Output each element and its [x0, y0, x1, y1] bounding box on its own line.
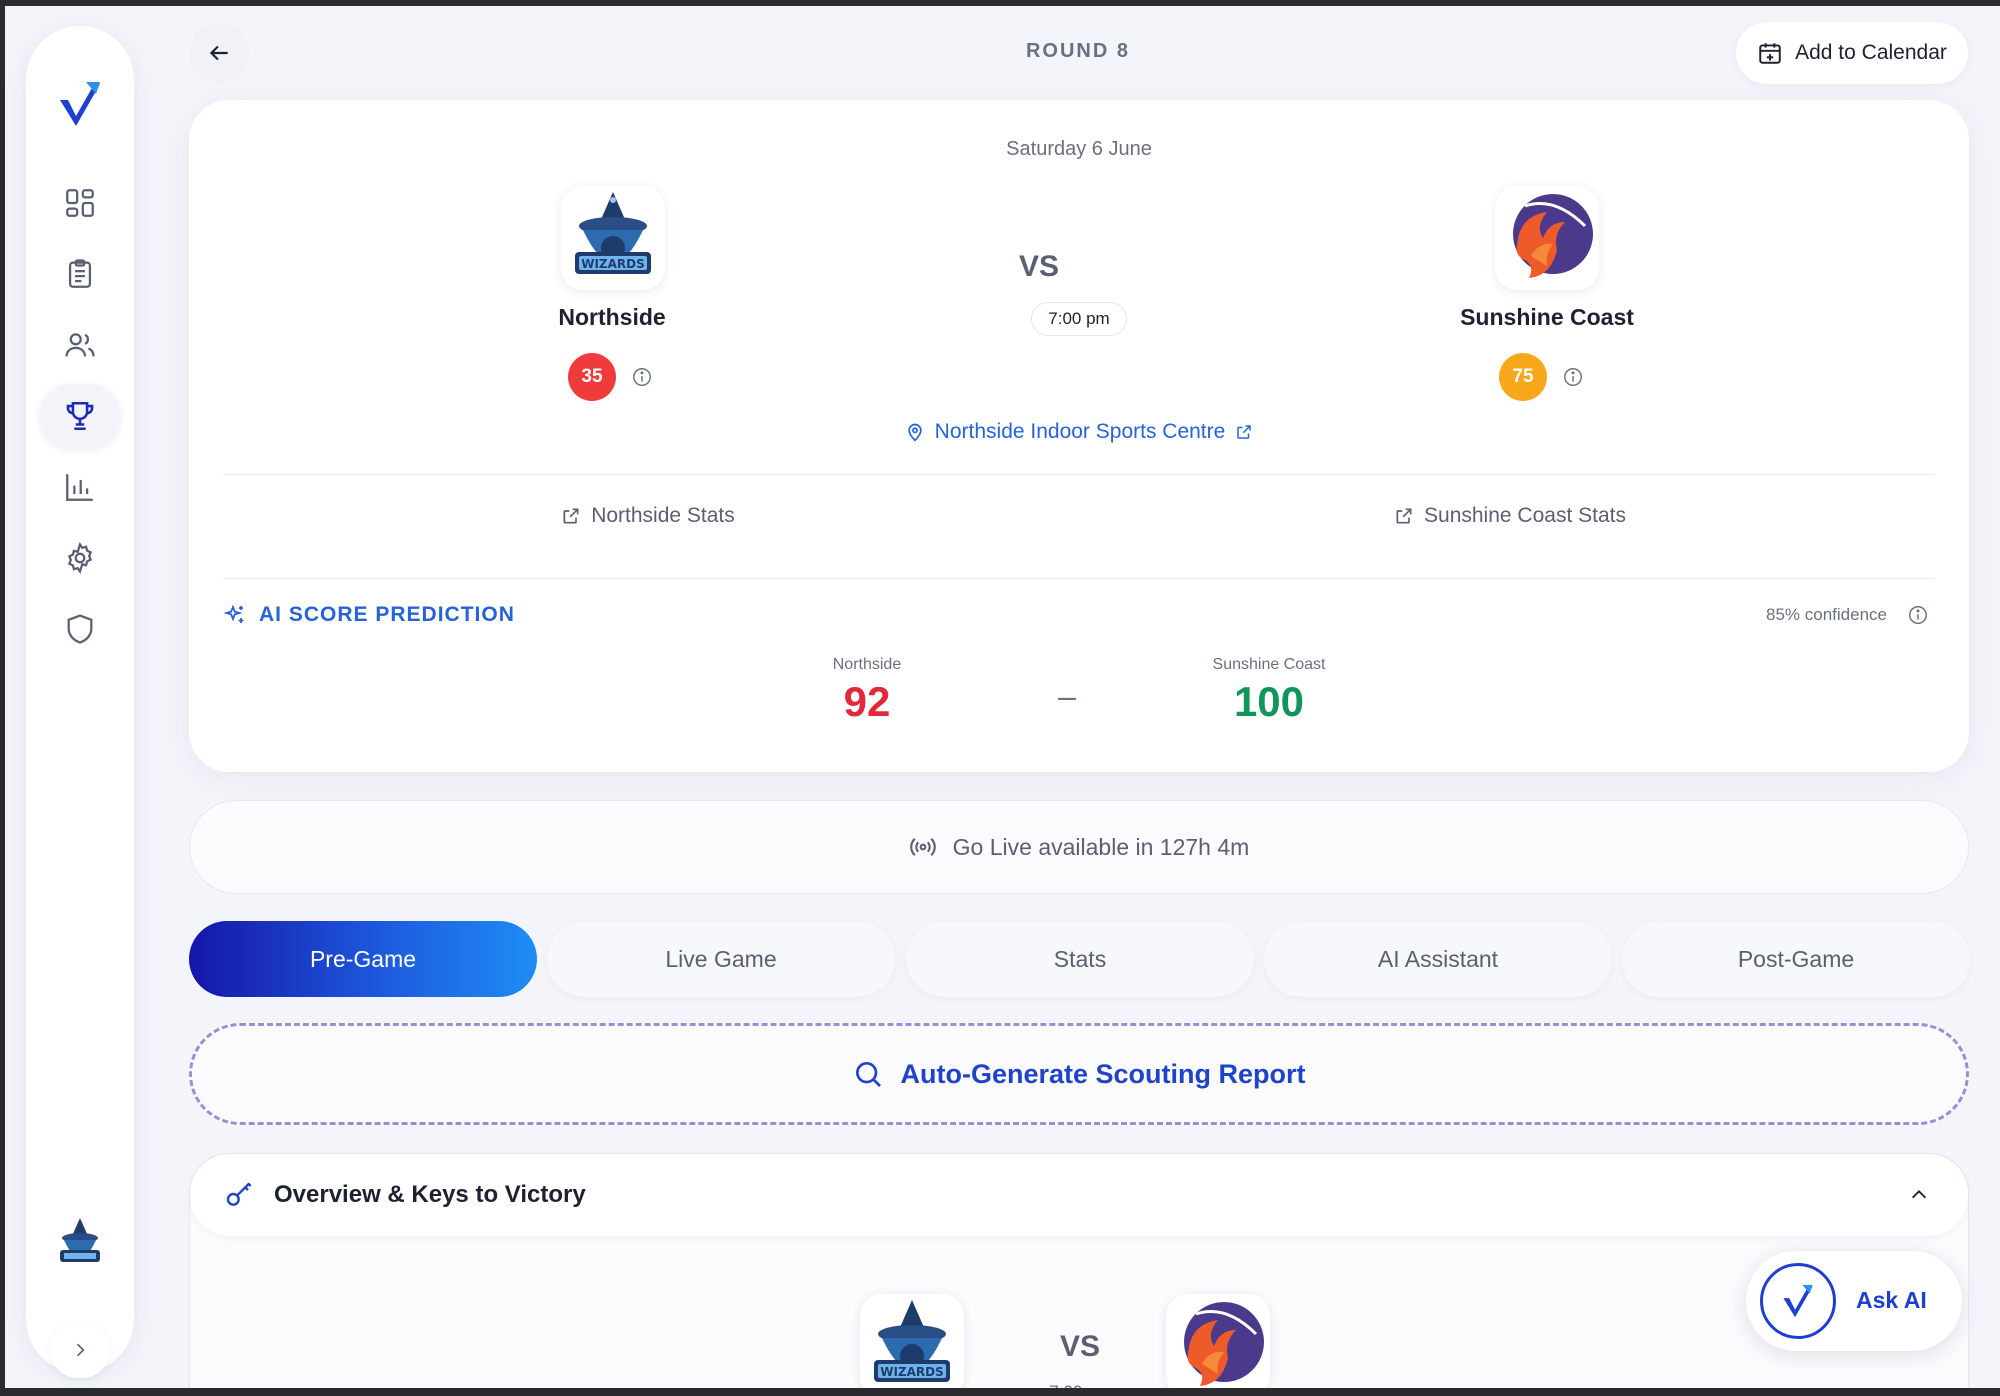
wizards-logo-icon: WIZARDS — [874, 1300, 950, 1382]
app-logo-icon — [1783, 1284, 1813, 1318]
window-frame-bottom — [0, 1388, 2000, 1396]
venue-name: Northside Indoor Sports Centre — [934, 420, 1226, 443]
back-button[interactable] — [189, 23, 249, 83]
vs-label: VS — [1018, 250, 1060, 283]
prediction-separator: – — [1058, 678, 1076, 714]
settings-icon — [67, 541, 93, 575]
arrow-left-icon — [209, 45, 228, 61]
ai-prediction-heading: AI SCORE PREDICTION — [223, 603, 515, 627]
home-stats-label: Northside Stats — [591, 504, 735, 527]
tab-pre-game[interactable]: Pre-Game — [189, 921, 537, 997]
confidence-label: 85% confidence — [1766, 605, 1887, 624]
home-rating-info-icon[interactable] — [631, 366, 653, 388]
away-stats-label: Sunshine Coast Stats — [1424, 504, 1626, 527]
overview-header[interactable]: Overview & Keys to Victory — [190, 1154, 1968, 1236]
external-link-icon — [563, 508, 579, 524]
tab-post-game[interactable]: Post-Game — [1622, 921, 1970, 997]
divider — [223, 474, 1935, 475]
sidebar — [26, 26, 134, 1378]
overview-title: Overview & Keys to Victory — [274, 1181, 586, 1208]
external-link-icon — [1237, 425, 1252, 439]
go-live-text: Go Live available in 127h 4m — [952, 833, 1250, 860]
users-icon — [65, 333, 95, 357]
sidebar-item-dashboard[interactable] — [40, 171, 120, 235]
svg-text:WIZARDS: WIZARDS — [880, 1365, 944, 1379]
overview-home-logo: WIZARDS — [860, 1294, 964, 1396]
sidebar-item-clipboard[interactable] — [40, 242, 120, 306]
sidebar-item-settings[interactable] — [40, 526, 120, 590]
home-team-name: Northside — [558, 304, 666, 330]
confidence-indicator: 85% confidence — [1766, 604, 1929, 626]
broadcast-icon — [909, 838, 936, 856]
away-rating-badge: 75 — [1499, 353, 1547, 401]
trophy-icon — [66, 401, 94, 431]
sidebar-item-trophy[interactable] — [40, 384, 120, 448]
search-icon — [856, 1062, 882, 1087]
window-frame-top — [0, 0, 2000, 6]
overview-section: Overview & Keys to Victory WIZARDS VS 7:… — [189, 1153, 1969, 1396]
sidebar-expand-button[interactable] — [50, 1322, 110, 1378]
match-time: 7:00 pm — [1031, 302, 1127, 336]
sidebar-item-analytics[interactable] — [40, 455, 120, 519]
ask-ai-avatar — [1760, 1263, 1836, 1339]
away-rating-info-icon[interactable] — [1562, 366, 1584, 388]
window-frame-left — [0, 0, 5, 1396]
sidebar-item-security[interactable] — [40, 597, 120, 661]
phoenix-logo-icon — [1184, 1302, 1264, 1386]
away-team-logo[interactable] — [1495, 186, 1599, 290]
bar-chart-icon — [66, 474, 93, 501]
ai-prediction-label: AI SCORE PREDICTION — [259, 603, 515, 626]
predicted-home-score: 92 — [843, 678, 891, 725]
external-link-icon — [1396, 508, 1412, 524]
divider — [223, 578, 1935, 579]
calendar-add-icon — [1759, 43, 1781, 64]
predicted-away-score: 100 — [1233, 678, 1305, 725]
sparkles-icon — [223, 604, 244, 623]
home-stats-link[interactable]: Northside Stats — [223, 486, 1073, 546]
home-team-logo[interactable]: WIZARDS — [561, 186, 665, 290]
predicted-away-team: Sunshine Coast — [1212, 656, 1326, 673]
svg-text:WIZARDS: WIZARDS — [581, 257, 645, 271]
ask-ai-button[interactable]: Ask AI — [1746, 1251, 1962, 1351]
shield-icon — [67, 614, 93, 644]
tab-ai-assistant[interactable]: AI Assistant — [1264, 921, 1612, 997]
go-live-bar: Go Live available in 127h 4m — [189, 800, 1969, 894]
away-stats-link[interactable]: Sunshine Coast Stats — [1085, 486, 1935, 546]
overview-away-logo — [1166, 1294, 1270, 1396]
match-card: Saturday 6 June WIZARDS Northside 35 VS … — [189, 100, 1969, 772]
clipboard-icon — [68, 259, 92, 288]
tab-live-game[interactable]: Live Game — [547, 921, 895, 997]
key-icon — [226, 1182, 252, 1206]
round-title: ROUND 8 — [1025, 40, 1130, 62]
venue-link[interactable]: Northside Indoor Sports Centre — [189, 420, 1969, 444]
add-to-calendar-label: Add to Calendar — [1795, 41, 1947, 64]
add-to-calendar-button[interactable]: Add to Calendar — [1736, 22, 1968, 84]
home-rating-badge: 35 — [568, 353, 616, 401]
dashboard-icon — [66, 189, 94, 217]
match-date: Saturday 6 June — [1006, 138, 1152, 160]
sidebar-item-users[interactable] — [40, 313, 120, 377]
chevron-up-icon[interactable] — [1908, 1184, 1930, 1206]
team-avatar-icon[interactable] — [54, 1216, 106, 1272]
wizards-logo-icon: WIZARDS — [575, 192, 651, 274]
confidence-info-icon[interactable] — [1907, 604, 1929, 626]
auto-generate-scouting-button[interactable]: Auto-Generate Scouting Report — [189, 1023, 1969, 1125]
tab-stats[interactable]: Stats — [906, 921, 1254, 997]
ask-ai-label: Ask AI — [1856, 1287, 1927, 1313]
away-team-name: Sunshine Coast — [1460, 304, 1634, 330]
app-logo-icon[interactable] — [56, 78, 104, 130]
map-pin-icon — [908, 423, 922, 442]
phoenix-logo-icon — [1513, 194, 1593, 278]
predicted-home-team: Northside — [832, 656, 902, 673]
chevron-right-icon — [76, 1343, 85, 1357]
overview-vs-label: VS — [1059, 1330, 1101, 1363]
scouting-label: Auto-Generate Scouting Report — [900, 1058, 1306, 1089]
